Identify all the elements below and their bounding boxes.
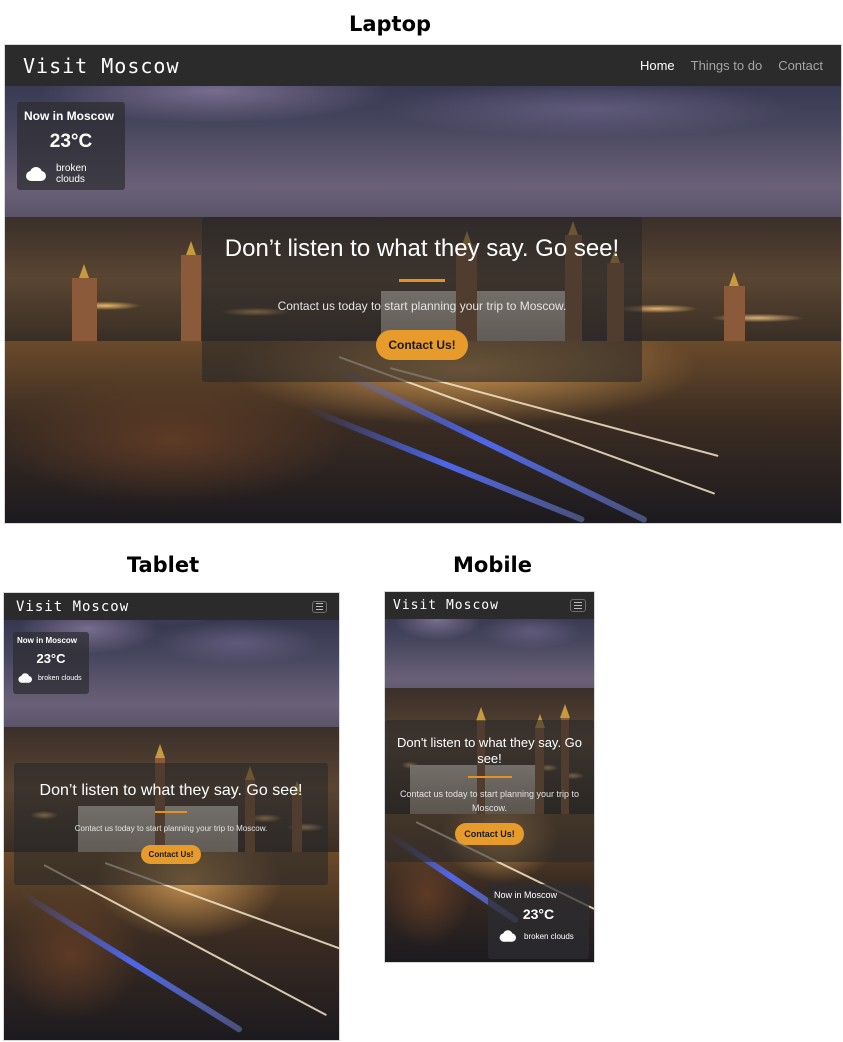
nav-contact[interactable]: Contact [778, 58, 823, 73]
nav-things-to-do[interactable]: Things to do [691, 58, 763, 73]
brand-logo[interactable]: Visit Moscow [23, 54, 180, 78]
weather-widget: Now in Moscow 23°C broken clouds [13, 632, 89, 694]
tablet-label: Tablet [126, 553, 200, 577]
laptop-navbar: Visit Moscow Home Things to do Contact [5, 45, 841, 86]
weather-temperature: 23°C [522, 906, 555, 922]
mobile-navbar: Visit Moscow [385, 592, 594, 619]
menu-toggle-icon[interactable] [570, 599, 586, 612]
brand-logo[interactable]: Visit Moscow [393, 598, 499, 613]
hero-divider [467, 776, 512, 778]
nav-home[interactable]: Home [640, 58, 675, 73]
cloud-icon [498, 930, 516, 942]
weather-temperature: 23°C [49, 131, 93, 152]
hero-box: Don’t listen to what they say. Go see! C… [14, 763, 328, 885]
hero-title: Don't listen to what they say. Go see! [396, 735, 583, 766]
hero-divider [155, 811, 187, 813]
weather-title: Now in Moscow [17, 636, 77, 645]
laptop-screenshot: Visit Moscow Home Things to do Contact N… [4, 44, 842, 524]
hero-box: Don’t listen to what they say. Go see! C… [202, 217, 642, 382]
hero-subtitle: Contact us today to start planning your … [399, 789, 580, 813]
weather-description: broken clouds [524, 931, 574, 941]
laptop-label: Laptop [348, 12, 432, 36]
mobile-screenshot: Visit Moscow Don't listen to what they s… [384, 591, 595, 963]
weather-temperature: 23°C [36, 651, 66, 666]
hero-box: Don't listen to what they say. Go see! C… [385, 720, 594, 862]
weather-widget: Now in Moscow 23°C broken clouds [17, 102, 125, 190]
weather-description: broken clouds [56, 163, 87, 185]
tablet-navbar: Visit Moscow [4, 593, 339, 620]
contact-us-button[interactable]: Contact Us! [455, 823, 524, 845]
weather-description: broken clouds [38, 674, 82, 682]
contact-us-button[interactable]: Contact Us! [140, 845, 202, 864]
weather-title: Now in Moscow [24, 109, 114, 123]
mobile-label: Mobile [453, 553, 532, 577]
hero-subtitle: Contact us today to start planning your … [74, 824, 268, 833]
weather-title: Now in Moscow [494, 890, 558, 900]
brand-logo[interactable]: Visit Moscow [16, 599, 129, 615]
hero-title: Don’t listen to what they say. Go see! [224, 235, 620, 262]
menu-toggle-icon[interactable] [312, 600, 327, 613]
hero-divider [399, 279, 445, 282]
hero-title: Don’t listen to what they say. Go see! [39, 782, 303, 799]
cloud-icon [17, 673, 32, 683]
nav-links: Home Things to do Contact [640, 58, 823, 73]
hero-subtitle: Contact us today to start planning your … [277, 299, 567, 313]
tablet-screenshot: Visit Moscow Now in Moscow 23°C broken c… [3, 592, 340, 1041]
cloud-icon [24, 167, 46, 181]
weather-widget: Now in Moscow 23°C broken clouds [488, 884, 589, 959]
contact-us-button[interactable]: Contact Us! [376, 330, 468, 360]
